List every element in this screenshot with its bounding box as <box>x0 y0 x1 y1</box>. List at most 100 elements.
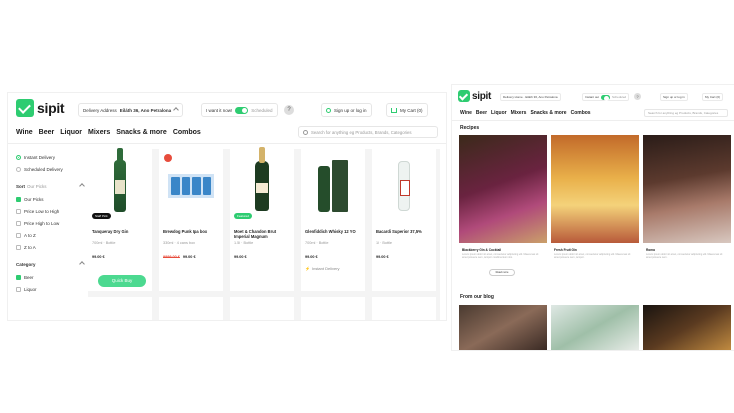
category-label: Liquor <box>24 286 37 292</box>
logo[interactable]: sipit <box>458 90 491 102</box>
product-card[interactable]: Brewdog Punk Ipa box 330ml · 4 cans box … <box>159 149 223 291</box>
product-card[interactable] <box>372 297 436 320</box>
recipe-card[interactable]: Blackberry Gin & Cocktail Lorem ipsum do… <box>459 135 547 276</box>
product-meta: 1.5l · Bottle <box>234 241 254 245</box>
sort-label: Our Picks <box>24 196 44 202</box>
blog-photo[interactable] <box>643 305 731 350</box>
sort-option[interactable]: Price High to Low <box>16 217 84 229</box>
instant-delivery-tag: ⚡ Instant Delivery <box>305 266 340 271</box>
category-option[interactable]: Liquor <box>16 283 84 295</box>
category-header[interactable]: Category <box>16 257 85 271</box>
nav-item[interactable]: Liquor <box>491 110 507 116</box>
checkbox-checked-icon <box>16 274 21 280</box>
filter-scheduled-delivery[interactable]: Scheduled Delivery <box>16 163 84 175</box>
category-option[interactable]: Beer <box>16 271 84 283</box>
delivery-mode-toggle[interactable]: I want it now! Scheduled <box>201 103 278 117</box>
recipe-photo <box>551 135 639 243</box>
quick-buy-button[interactable]: Quick Buy <box>98 275 146 287</box>
search-input[interactable]: Search for anything eg Products, Brands,… <box>298 126 438 138</box>
whisky-bottle-icon <box>318 160 348 212</box>
logo-icon <box>458 90 470 102</box>
recipe-card[interactable]: Roma Lorem ipsum dolor sit amet, consect… <box>643 135 731 275</box>
product-card[interactable]: Bacardi Superior 37,5% 1l · Bottle 99.00… <box>372 149 436 291</box>
search-placeholder: Search for anything eg Products, Brands,… <box>311 129 412 135</box>
search-input[interactable]: Search for anything eg Products, Brands,… <box>644 109 728 117</box>
header: sipit Delivery Address Eiláth 36, Ano Pe… <box>8 93 446 123</box>
filter-label: Instant Delivery <box>24 154 56 160</box>
radio-on-icon <box>16 154 21 160</box>
nav-item[interactable]: Snacks & more <box>530 110 566 116</box>
blog-photo[interactable] <box>551 305 639 350</box>
product-grid: Staff Pick Tanqueray Dry Gin 700ml · Bot… <box>88 147 440 320</box>
sort-option[interactable]: Price Low to High <box>16 205 84 217</box>
product-card[interactable]: Staff Pick Tanqueray Dry Gin 700ml · Bot… <box>88 148 152 291</box>
delivery-address-selector[interactable]: Delivery Address Eiláth 36, Ano Petralon… <box>78 103 184 117</box>
read-more-button[interactable]: Read more <box>489 269 515 276</box>
logo[interactable]: sipit <box>16 99 65 117</box>
nav-item[interactable]: Snacks & more <box>116 129 167 136</box>
bolt-icon: ⚡ <box>305 266 310 271</box>
rum-bottle-icon <box>398 161 410 211</box>
product-name: Bacardi Superior 37,5% <box>376 229 422 234</box>
delivery-mode-toggle[interactable]: Instant out Scheduled <box>582 93 630 101</box>
product-card[interactable] <box>301 297 365 320</box>
cart-button[interactable]: My Cart (0) <box>386 103 428 117</box>
toggle-switch[interactable] <box>601 94 611 101</box>
nav-item[interactable]: Wine <box>460 110 472 116</box>
sort-option[interactable]: Our Picks <box>16 193 84 205</box>
product-image <box>161 151 221 221</box>
blog-heading: From our blog <box>460 294 494 300</box>
blog-photo[interactable] <box>459 305 547 350</box>
product-image <box>374 151 434 221</box>
want-now-label: Instant out <box>585 95 600 99</box>
product-name: Tanqueray Dry Gin <box>92 229 129 234</box>
recipe-photo <box>459 135 547 243</box>
cart-label: My Cart (0) <box>705 95 720 99</box>
chevron-down-icon <box>173 107 179 113</box>
checkbox-icon <box>16 232 21 238</box>
filter-instant-delivery[interactable]: Instant Delivery <box>16 151 84 163</box>
cart-button[interactable]: My Cart (0) <box>702 93 723 101</box>
price-value: 99.00 € <box>305 255 318 259</box>
checkbox-icon <box>16 244 21 250</box>
nav-item[interactable]: Beer <box>476 110 487 116</box>
nav-item[interactable]: Mixers <box>88 129 110 136</box>
product-price: 99.00 € <box>376 255 389 259</box>
product-price: 9999.00 €99.00 € <box>163 255 196 259</box>
logo-text: sipit <box>472 90 492 102</box>
sort-option[interactable]: A to Z <box>16 229 84 241</box>
recipe-name: Roma <box>646 248 655 252</box>
nav-item[interactable]: Wine <box>16 129 33 136</box>
product-card[interactable] <box>230 297 294 320</box>
help-button[interactable]: ? <box>284 105 294 115</box>
staff-pick-badge: Staff Pick <box>92 213 111 219</box>
recipe-card[interactable]: Fresh Fruit Gin Lorem ipsum dolor sit am… <box>551 135 639 275</box>
product-image <box>303 151 363 221</box>
product-meta: 1l · Bottle <box>376 241 393 245</box>
recipe-description: Lorem ipsum dolor sit amet, consectetur … <box>646 253 723 259</box>
product-meta: 700ml · Bottle <box>305 241 329 245</box>
product-card[interactable]: Glenfiddich Whisky 12 YO 700ml · Bottle … <box>301 149 365 291</box>
nav-item[interactable]: Mixers <box>511 110 527 116</box>
nav-item[interactable]: Liquor <box>60 129 82 136</box>
signup-button[interactable]: Sign up or log in <box>321 103 372 117</box>
product-card[interactable] <box>88 297 152 320</box>
user-icon <box>326 107 331 113</box>
nav-item[interactable]: Combos <box>173 129 201 136</box>
signup-label: Sign up or log in <box>663 95 685 99</box>
help-button[interactable]: ? <box>634 93 641 100</box>
chevron-up-icon <box>79 261 85 267</box>
chevron-up-icon <box>79 183 85 189</box>
gin-bottle-icon <box>114 148 126 212</box>
sort-header[interactable]: Sort Our Picks <box>16 179 85 193</box>
signup-button[interactable]: Sign up or log in <box>660 93 688 101</box>
logo-text: sipit <box>37 100 65 116</box>
delivery-address-selector[interactable]: Delivery Home · Eiláth 36, Ano Petralona <box>500 93 561 101</box>
sort-option[interactable]: Z to A <box>16 241 84 253</box>
nav-item[interactable]: Beer <box>39 129 55 136</box>
product-card[interactable]: Featured Moet & Chandon Brut Imperial Ma… <box>230 147 294 291</box>
product-card[interactable] <box>159 297 223 320</box>
toggle-switch[interactable] <box>235 106 249 114</box>
nav-item[interactable]: Combos <box>571 110 591 116</box>
scheduled-label: Scheduled <box>612 95 627 99</box>
